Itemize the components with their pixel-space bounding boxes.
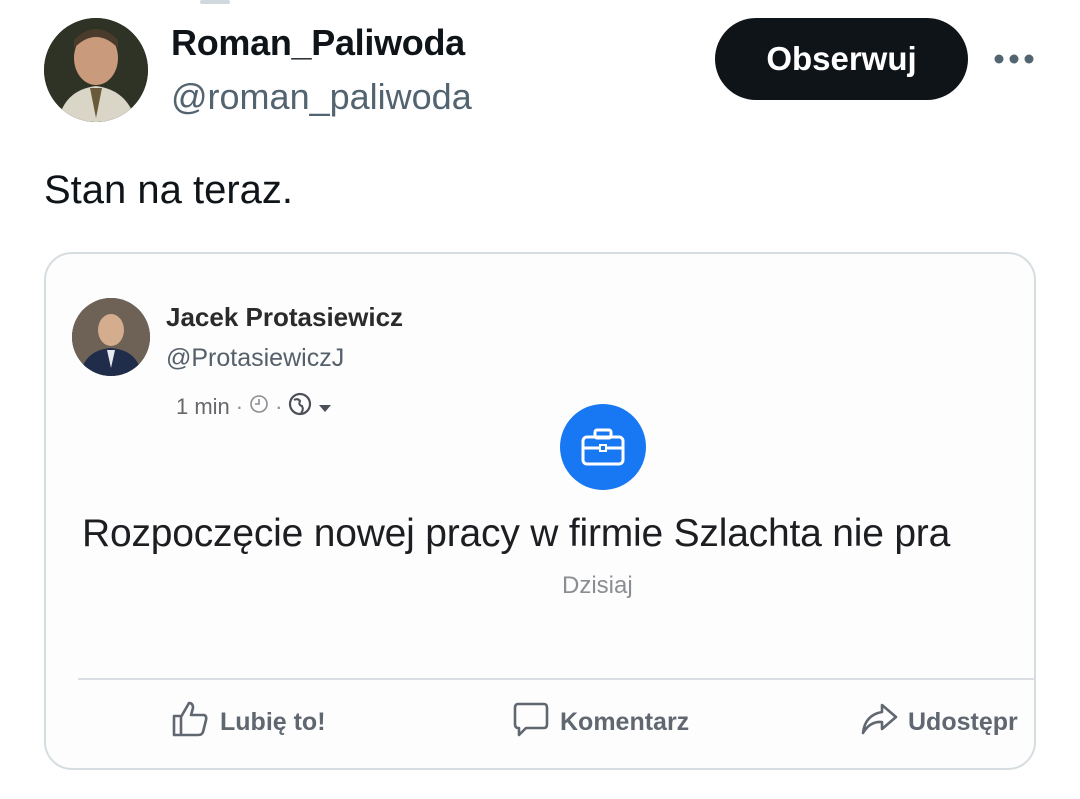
globe-icon [288, 392, 312, 422]
caret-down-icon [318, 394, 332, 420]
post-author-avatar [72, 298, 150, 376]
comment-bubble-icon [512, 700, 550, 745]
clock-icon [249, 394, 269, 420]
previous-content-edge [200, 0, 230, 4]
actions-divider [78, 678, 1034, 680]
post-author-handle: @ProtasiewiczJ [166, 344, 345, 372]
meta-separator: · [275, 394, 283, 419]
post-meta: 1 min · · [176, 392, 332, 422]
more-options-icon[interactable] [992, 44, 1036, 74]
life-event-date: Dzisiaj [562, 572, 633, 599]
share-arrow-icon [860, 702, 898, 743]
comment-action: Komentarz [512, 702, 689, 742]
like-action: Lubię to! [170, 700, 326, 745]
meta-separator: · [235, 394, 244, 419]
follow-button[interactable]: Obserwuj [715, 18, 968, 100]
tweet-text: Stan na teraz. [44, 168, 294, 212]
attached-image-card[interactable]: Jacek Protasiewicz @ProtasiewiczJ 1 min … [44, 252, 1036, 770]
post-time: 1 min [176, 394, 230, 419]
like-label: Lubię to! [220, 707, 326, 736]
comment-label: Komentarz [560, 707, 690, 736]
share-label: Udostępr [908, 707, 1018, 736]
author-display-name[interactable]: Roman_Paliwoda [171, 22, 465, 64]
briefcase-icon [560, 404, 646, 490]
life-event-title: Rozpoczęcie nowej pracy w firmie Szlacht… [82, 512, 951, 555]
author-handle[interactable]: @roman_paliwoda [171, 76, 472, 118]
author-avatar[interactable] [44, 18, 148, 122]
post-author-name: Jacek Protasiewicz [166, 302, 404, 332]
thumbs-up-icon [170, 700, 210, 745]
share-action: Udostępr [860, 702, 1018, 742]
